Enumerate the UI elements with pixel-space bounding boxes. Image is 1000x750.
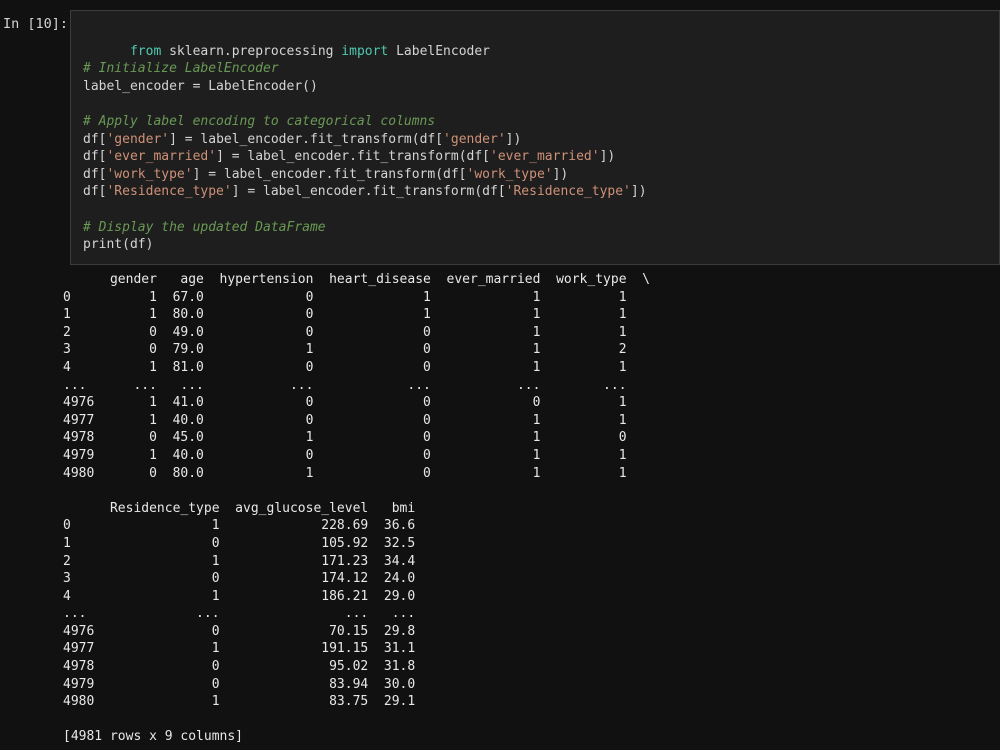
output-line: 4976 1 41.0 0 0 0 1	[63, 395, 627, 411]
code-line[interactable]: df['work_type'] = label_encoder.fit_tran…	[83, 166, 999, 184]
code-comment[interactable]: # Apply label encoding to categorical co…	[83, 113, 999, 131]
output-line: ... ... ... ...	[63, 606, 416, 622]
code-line-empty[interactable]	[83, 95, 999, 113]
output-line: 4978 0 95.02 31.8	[63, 659, 416, 675]
code-text: ] = label_encoder.fit_transform(df[	[192, 166, 467, 182]
code-editor[interactable]: from sklearn.preprocessing import LabelE…	[70, 10, 1000, 265]
output-line: 2 1 171.23 34.4	[63, 553, 416, 569]
string-literal: 'work_type'	[106, 166, 193, 182]
output-line: Residence_type avg_glucose_level bmi	[63, 500, 416, 516]
output-line: 4980 1 83.75 29.1	[63, 694, 416, 710]
code-text: ])	[552, 166, 569, 182]
code-text: ] = label_encoder.fit_transform(df[	[216, 149, 490, 165]
output-line: 1 1 80.0 0 1 1 1	[63, 307, 627, 323]
output-line: 4980 0 80.0 1 0 1 1	[63, 465, 627, 481]
output-line: 0 1 228.69 36.6	[63, 518, 416, 534]
dataframe-summary: [4981 rows x 9 columns]	[63, 729, 244, 745]
output-line: 0 1 67.0 0 1 1 1	[63, 289, 627, 305]
output-line: ... ... ... ... ... ... ...	[63, 377, 627, 393]
output-line: 3 0 79.0 1 0 1 2	[63, 342, 627, 358]
output-line: 1 0 105.92 32.5	[63, 535, 416, 551]
code-text: df[	[83, 166, 107, 182]
string-literal: 'ever_married'	[106, 149, 217, 165]
code-line[interactable]: label_encoder = LabelEncoder()	[83, 78, 999, 96]
code-text: ] = label_encoder.fit_transform(df[	[231, 184, 506, 200]
code-text: df[	[83, 131, 107, 147]
string-literal: 'Residence_type'	[106, 184, 232, 200]
code-text: ])	[599, 149, 616, 165]
code-text: df[	[83, 149, 107, 165]
code-line[interactable]: df['ever_married'] = label_encoder.fit_t…	[83, 148, 999, 166]
dataframe-output-part2: Residence_type avg_glucose_level bmi 0 1 …	[63, 500, 650, 711]
output-line: 4977 1 40.0 0 0 1 1	[63, 412, 627, 428]
output-line: gender age hypertension heart_disease ev…	[63, 272, 650, 287]
keyword-from: from	[129, 43, 162, 59]
output-line: 4979 1 40.0 0 0 1 1	[63, 447, 627, 463]
code-text: sklearn.preprocessing	[161, 43, 342, 59]
code-line-empty[interactable]	[83, 201, 999, 219]
code-line[interactable]: df['gender'] = label_encoder.fit_transfo…	[83, 131, 999, 149]
code-text: LabelEncoder	[388, 43, 491, 59]
code-text: df[	[83, 184, 107, 200]
input-prompt: In [10]:	[3, 16, 69, 32]
string-literal: 'ever_married'	[490, 149, 600, 165]
code-line[interactable]: print(df)	[83, 236, 999, 254]
output-line: 4978 0 45.0 1 0 1 0	[63, 430, 627, 446]
string-literal: 'gender'	[443, 131, 506, 147]
output-line: 4 1 186.21 29.0	[63, 588, 416, 604]
code-text: ])	[505, 131, 522, 147]
cell-output: gender age hypertension heart_disease ev…	[63, 271, 650, 746]
code-line[interactable]: from sklearn.preprocessing import LabelE…	[83, 25, 999, 59]
notebook-cell: In [10]: from sklearn.preprocessing impo…	[0, 0, 1000, 750]
code-comment[interactable]: # Display the updated DataFrame	[83, 219, 999, 237]
dataframe-output-part1: gender age hypertension heart_disease ev…	[63, 271, 650, 482]
output-line: 4977 1 191.15 31.1	[63, 641, 416, 657]
output-line: 3 0 174.12 24.0	[63, 571, 416, 587]
string-literal: 'Residence_type'	[505, 184, 631, 200]
code-text: ] = label_encoder.fit_transform(df[	[169, 131, 444, 147]
code-comment[interactable]: # Initialize LabelEncoder	[83, 60, 999, 78]
output-line: 4976 0 70.15 29.8	[63, 623, 416, 639]
string-literal: 'gender'	[106, 131, 170, 147]
keyword-import: import	[341, 43, 389, 59]
output-line: 2 0 49.0 0 0 1 1	[63, 324, 627, 340]
string-literal: 'work_type'	[466, 166, 553, 182]
code-line[interactable]: df['Residence_type'] = label_encoder.fit…	[83, 183, 999, 201]
output-line: 4 1 81.0 0 0 1 1	[63, 359, 627, 375]
code-text: ])	[630, 184, 647, 200]
output-line: 4979 0 83.94 30.0	[63, 676, 416, 692]
